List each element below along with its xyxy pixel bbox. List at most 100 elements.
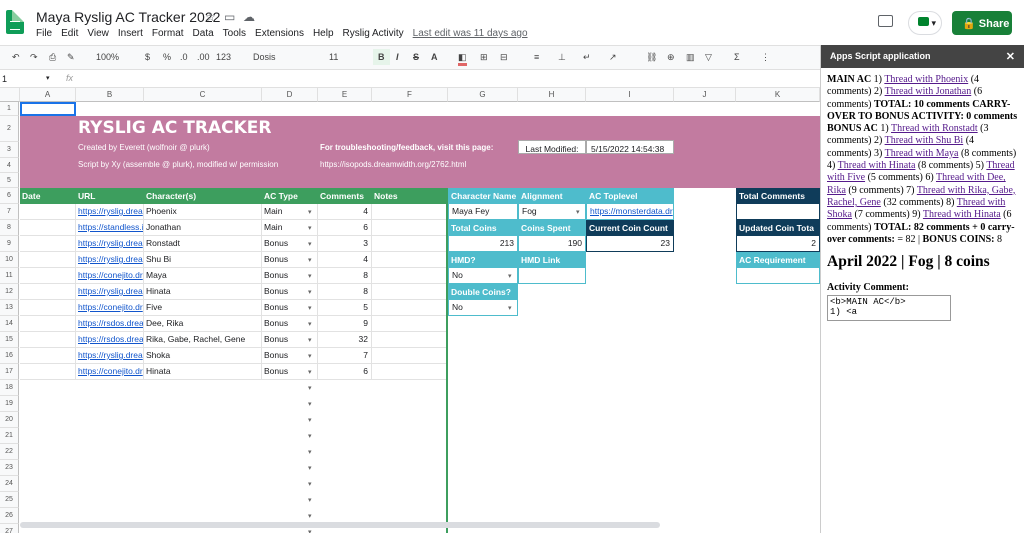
character-cell[interactable]: Hinata xyxy=(144,284,262,300)
character-cell[interactable]: Shoka xyxy=(144,348,262,364)
document-title[interactable]: Maya Ryslig AC Tracker 2022 xyxy=(36,9,220,25)
menu-view[interactable]: View xyxy=(87,28,109,39)
url-cell[interactable]: https://ryslig.drea xyxy=(76,204,144,220)
bold-button[interactable]: B xyxy=(373,49,390,65)
column-header-g[interactable]: G xyxy=(448,88,518,102)
ac-type-dropdown-icon[interactable]: ▾ xyxy=(308,448,312,456)
merge-cells-icon[interactable]: ⊟ xyxy=(500,52,508,63)
url-cell[interactable]: https://rsdos.drea xyxy=(76,316,144,332)
coins-spent-value[interactable]: 190 xyxy=(518,236,586,252)
row-header[interactable]: 9 xyxy=(0,236,19,252)
row-header[interactable]: 12 xyxy=(0,284,19,300)
star-icon[interactable]: ☆ xyxy=(205,10,216,24)
comments-cell[interactable]: 3 xyxy=(318,236,372,252)
sheets-logo-icon[interactable] xyxy=(6,10,24,34)
date-cell[interactable] xyxy=(20,204,76,220)
row-header[interactable]: 14 xyxy=(0,316,19,332)
ac-type-dropdown-icon[interactable]: ▾ xyxy=(308,512,312,520)
menu-ryslig-activity[interactable]: Ryslig Activity xyxy=(343,28,404,39)
thread-link[interactable]: Thread with Shu Bi xyxy=(885,135,964,146)
row-header[interactable]: 7 xyxy=(0,204,19,220)
notes-cell[interactable] xyxy=(372,252,448,268)
character-cell[interactable]: Shu Bi xyxy=(144,252,262,268)
url-cell[interactable]: https://ryslig.drea xyxy=(76,284,144,300)
rotate-icon[interactable]: ↗ xyxy=(609,52,617,63)
character-cell[interactable]: Ronstadt xyxy=(144,236,262,252)
row-header[interactable]: 24 xyxy=(0,476,19,492)
row-header[interactable]: 16 xyxy=(0,348,19,364)
character-cell[interactable]: Dee, Rika xyxy=(144,316,262,332)
ac-toplevel-link[interactable]: https://monsterdata.dr xyxy=(586,204,674,220)
menu-file[interactable]: File xyxy=(36,28,52,39)
more-icon[interactable]: ⋮ xyxy=(761,52,770,63)
alignment-dropdown-icon[interactable]: ▾ xyxy=(576,208,580,216)
character-cell[interactable]: Maya xyxy=(144,268,262,284)
date-cell[interactable] xyxy=(20,284,76,300)
date-cell[interactable] xyxy=(20,348,76,364)
row-header[interactable]: 5 xyxy=(0,173,19,188)
notes-cell[interactable] xyxy=(372,284,448,300)
comments-cell[interactable]: 8 xyxy=(318,284,372,300)
strikethrough-button[interactable]: S xyxy=(413,52,419,62)
ac-type-dropdown-icon[interactable]: ▾ xyxy=(308,320,312,328)
column-header-b[interactable]: B xyxy=(76,88,144,102)
move-folder-icon[interactable]: ▭ xyxy=(224,10,235,24)
comments-cell[interactable]: 5 xyxy=(318,300,372,316)
zoom-select[interactable]: 100% xyxy=(96,52,119,62)
row-header[interactable]: 17 xyxy=(0,364,19,380)
comments-cell[interactable]: 4 xyxy=(318,252,372,268)
print-icon[interactable]: ⎙ xyxy=(49,52,56,63)
row-header[interactable]: 27 xyxy=(0,524,19,533)
comments-cell[interactable]: 8 xyxy=(318,268,372,284)
comments-cell[interactable]: 6 xyxy=(318,364,372,380)
date-cell[interactable] xyxy=(20,300,76,316)
menu-extensions[interactable]: Extensions xyxy=(255,28,304,39)
decrease-decimal-button[interactable]: .0 xyxy=(180,52,188,62)
url-cell[interactable]: https://rsdos.drea xyxy=(76,332,144,348)
row-header[interactable]: 13 xyxy=(0,300,19,316)
character-cell[interactable]: Jonathan xyxy=(144,220,262,236)
row-header[interactable]: 21 xyxy=(0,428,19,444)
activity-comment-textarea[interactable]: <b>MAIN AC</b> 1) <a xyxy=(827,294,951,321)
row-header[interactable]: 8 xyxy=(0,220,19,236)
column-header-e[interactable]: E xyxy=(318,88,372,102)
chart-icon[interactable]: ▥ xyxy=(686,52,695,63)
date-cell[interactable] xyxy=(20,316,76,332)
url-cell[interactable]: https://standless.i xyxy=(76,220,144,236)
row-header[interactable]: 4 xyxy=(0,158,19,173)
more-formats-button[interactable]: 123 xyxy=(216,52,231,62)
comments-cell[interactable]: 32 xyxy=(318,332,372,348)
fill-color-icon[interactable]: ◧ xyxy=(458,52,467,66)
notes-cell[interactable] xyxy=(372,364,448,380)
notes-cell[interactable] xyxy=(372,300,448,316)
ac-type-dropdown-icon[interactable]: ▾ xyxy=(308,416,312,424)
ac-type-dropdown-icon[interactable]: ▾ xyxy=(308,368,312,376)
menu-tools[interactable]: Tools xyxy=(223,28,246,39)
cloud-status-icon[interactable]: ☁ xyxy=(243,10,255,24)
date-cell[interactable] xyxy=(20,364,76,380)
troubleshoot-url[interactable]: https://isopods.dreamwidth.org/2762.html xyxy=(320,160,466,169)
notes-cell[interactable] xyxy=(372,316,448,332)
column-header-k[interactable]: K xyxy=(736,88,820,102)
column-header-h[interactable]: H xyxy=(518,88,586,102)
ac-type-dropdown-icon[interactable]: ▾ xyxy=(308,224,312,232)
notes-cell[interactable] xyxy=(372,236,448,252)
column-header-f[interactable]: F xyxy=(372,88,448,102)
row-header[interactable]: 19 xyxy=(0,396,19,412)
paint-format-icon[interactable]: ✎ xyxy=(67,52,75,63)
thread-link[interactable]: Thread with Maya xyxy=(885,148,959,159)
ac-type-dropdown-icon[interactable]: ▾ xyxy=(308,400,312,408)
ac-type-dropdown-icon[interactable]: ▾ xyxy=(308,256,312,264)
ac-type-dropdown-icon[interactable]: ▾ xyxy=(308,496,312,504)
notes-cell[interactable] xyxy=(372,204,448,220)
row-header[interactable]: 6 xyxy=(0,188,19,204)
comments-cell[interactable]: 6 xyxy=(318,220,372,236)
character-cell[interactable]: Hinata xyxy=(144,364,262,380)
row-header[interactable]: 2 xyxy=(0,116,19,142)
name-box-dropdown-icon[interactable]: ▾ xyxy=(46,74,50,82)
share-button[interactable]: 🔒 Share xyxy=(952,11,1012,35)
ac-type-dropdown-icon[interactable]: ▾ xyxy=(308,352,312,360)
ac-type-dropdown-icon[interactable]: ▾ xyxy=(308,208,312,216)
text-color-button[interactable]: A xyxy=(431,52,438,62)
meet-button[interactable]: ▾ xyxy=(908,11,942,35)
